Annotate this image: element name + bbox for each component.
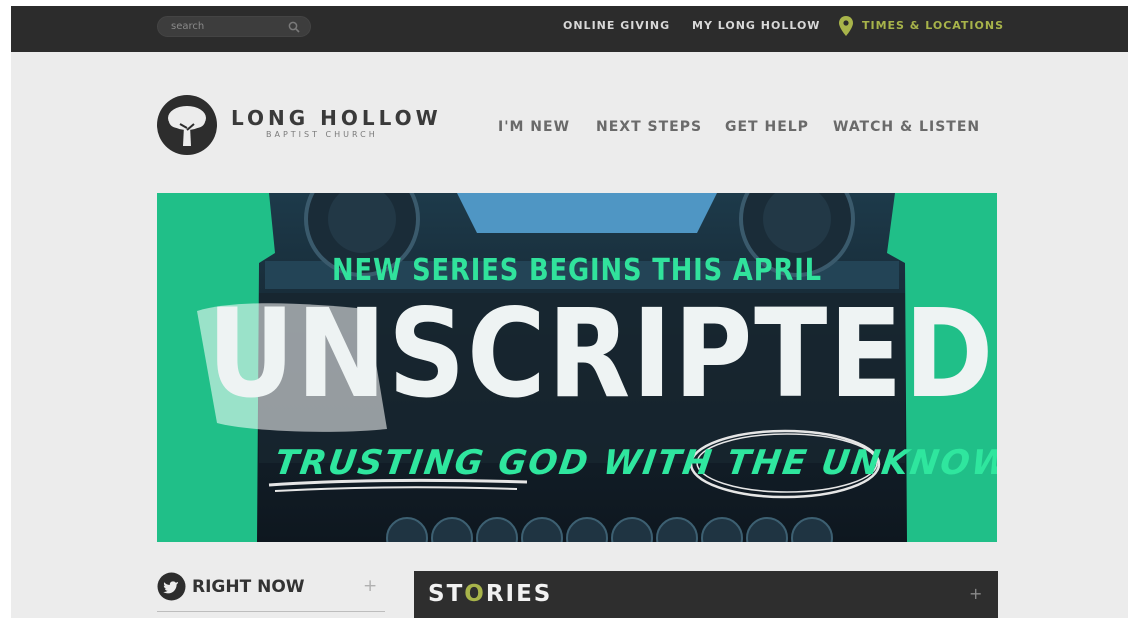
twitter-icon[interactable]	[157, 572, 186, 601]
hero-banner[interactable]: NEW SERIES BEGINS THIS APRIL UNSCRIPTED …	[157, 193, 997, 542]
stories-expand-icon[interactable]: +	[969, 584, 982, 603]
brand-name[interactable]: LONG HOLLOW	[231, 106, 442, 130]
right-now-divider	[157, 611, 385, 612]
nav-watch-listen[interactable]: WATCH & LISTEN	[833, 119, 980, 135]
utility-bar: search ONLINE GIVING MY LONG HOLLOW TIME…	[11, 6, 1128, 52]
hero-title: UNSCRIPTED	[207, 283, 996, 425]
nav-im-new[interactable]: I'M NEW	[498, 119, 570, 135]
nav-next-steps[interactable]: NEXT STEPS	[596, 119, 702, 135]
hero-subtitle: TRUSTING GOD WITH THE UNKNOWN	[272, 443, 997, 483]
stories-title-o: O	[464, 581, 486, 607]
search-icon[interactable]	[288, 21, 300, 33]
times-locations-link[interactable]: TIMES & LOCATIONS	[862, 19, 1004, 32]
search-placeholder: search	[171, 21, 205, 32]
stories-title-post: RIES	[485, 581, 553, 607]
my-long-hollow-link[interactable]: MY LONG HOLLOW	[692, 19, 820, 32]
location-pin-icon	[839, 16, 853, 36]
nav-get-help[interactable]: GET HELP	[725, 119, 809, 135]
tree-logo-icon[interactable]	[156, 94, 218, 156]
stories-title: STORIES	[428, 581, 552, 607]
page: search ONLINE GIVING MY LONG HOLLOW TIME…	[11, 6, 1128, 618]
online-giving-link[interactable]: ONLINE GIVING	[563, 19, 670, 32]
stories-panel[interactable]: STORIES +	[414, 571, 998, 618]
right-now-expand-icon[interactable]: +	[363, 576, 377, 596]
right-now-label[interactable]: RIGHT NOW	[192, 577, 305, 597]
stories-title-pre: ST	[428, 581, 465, 607]
brand-subtitle: BAPTIST CHURCH	[266, 130, 378, 139]
search-input[interactable]: search	[157, 16, 311, 37]
